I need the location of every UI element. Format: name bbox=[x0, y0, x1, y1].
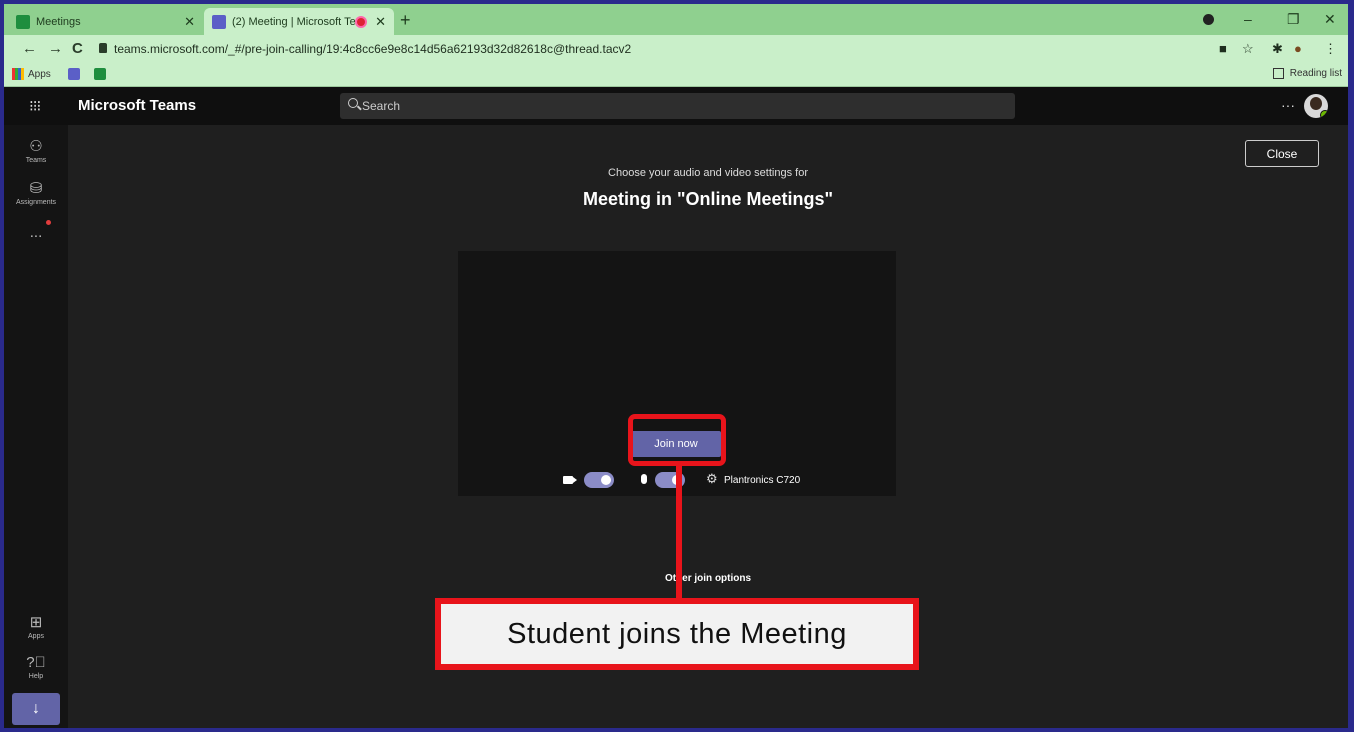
other-join-options-link[interactable]: Other join options bbox=[68, 573, 1348, 584]
close-window-icon[interactable]: ✕ bbox=[1324, 11, 1336, 28]
back-icon[interactable]: ← bbox=[22, 40, 37, 57]
browser-window: Meetings ✕ (2) Meeting | Microsoft Teams… bbox=[4, 4, 1348, 728]
more-icon: ... bbox=[29, 224, 43, 241]
help-icon: ?⃝ bbox=[26, 654, 46, 671]
teams-header: ⁝⁝⁝ Microsoft Teams ··· bbox=[4, 87, 1348, 125]
bookmark-calendar[interactable] bbox=[94, 68, 110, 80]
rail-item-teams[interactable]: ⚇ Teams bbox=[4, 138, 68, 165]
highlight-box bbox=[628, 414, 726, 466]
bookmark-teams[interactable] bbox=[68, 68, 84, 80]
profile-icon[interactable] bbox=[1203, 14, 1214, 25]
microphone-icon bbox=[641, 474, 647, 484]
camera-indicator-icon[interactable]: ■ bbox=[1219, 41, 1227, 56]
restore-icon[interactable]: ❐ bbox=[1287, 11, 1300, 28]
forward-icon[interactable]: → bbox=[48, 40, 63, 57]
more-options-icon[interactable]: ··· bbox=[1281, 97, 1295, 113]
new-tab-button[interactable]: + bbox=[400, 10, 411, 31]
left-rail: ⚇ Teams ⛁ Assignments ... ⊞ Apps ?⃝ Help… bbox=[4, 125, 68, 728]
bookmark-label: Apps bbox=[28, 68, 51, 80]
rail-item-assignments[interactable]: ⛁ Assignments bbox=[4, 180, 68, 207]
audio-device-label[interactable]: Plantronics C720 bbox=[724, 475, 800, 486]
teams-people-icon: ⚇ bbox=[29, 138, 43, 155]
apps-icon: ⊞ bbox=[29, 614, 43, 631]
meeting-title: Meeting in "Online Meetings" bbox=[582, 189, 834, 209]
rail-label: Assignments bbox=[15, 199, 57, 206]
search-box[interactable] bbox=[340, 93, 1015, 119]
tab-close-icon[interactable]: ✕ bbox=[184, 14, 195, 30]
rail-item-apps[interactable]: ⊞ Apps bbox=[4, 614, 68, 641]
browser-menu-icon[interactable]: ⋮ bbox=[1324, 41, 1337, 57]
extensions-icon[interactable]: ✱ bbox=[1272, 41, 1283, 57]
close-button[interactable]: Close bbox=[1245, 140, 1319, 167]
reading-list-label: Reading list bbox=[1289, 68, 1342, 79]
address-bar[interactable]: teams.microsoft.com/_#/pre-join-calling/… bbox=[114, 42, 631, 56]
profile-avatar-icon[interactable]: ● bbox=[1294, 41, 1302, 56]
rail-label: Help bbox=[28, 673, 44, 680]
recording-indicator-icon bbox=[357, 17, 366, 26]
tab-meetings[interactable]: Meetings ✕ bbox=[8, 8, 203, 35]
reload-icon[interactable]: C bbox=[72, 40, 83, 57]
minimize-icon[interactable]: – bbox=[1244, 11, 1252, 27]
tab-close-icon[interactable]: ✕ bbox=[375, 14, 386, 30]
calendar-favicon-icon bbox=[16, 14, 30, 29]
reading-list-button[interactable]: Reading list bbox=[1272, 68, 1342, 79]
bookmarks-bar: Apps Reading list bbox=[4, 63, 1348, 87]
rail-label: Apps bbox=[28, 633, 44, 640]
browser-toolbar: ← → C teams.microsoft.com/_#/pre-join-ca… bbox=[4, 35, 1348, 63]
bookmark-apps[interactable]: Apps bbox=[12, 68, 51, 80]
callout-connector bbox=[676, 466, 682, 600]
bookmark-star-icon[interactable]: ☆ bbox=[1242, 41, 1254, 57]
download-icon: ↓ bbox=[32, 700, 40, 717]
camera-toggle[interactable] bbox=[584, 472, 614, 488]
tab-teams-meeting[interactable]: (2) Meeting | Microsoft Teams ✕ bbox=[204, 8, 394, 35]
rail-item-help[interactable]: ?⃝ Help bbox=[4, 654, 68, 681]
app-title: Microsoft Teams bbox=[78, 97, 197, 114]
rail-label: Teams bbox=[25, 157, 47, 164]
teams-favicon-icon bbox=[212, 14, 226, 29]
tab-title: (2) Meeting | Microsoft Teams bbox=[232, 15, 357, 28]
annotation-callout: Student joins the Meeting bbox=[435, 598, 919, 670]
prejoin-subtitle: Choose your audio and video settings for bbox=[608, 167, 808, 179]
download-app-button[interactable]: ↓ bbox=[12, 693, 60, 725]
search-icon bbox=[348, 98, 358, 108]
teams-icon bbox=[68, 68, 80, 80]
camera-icon bbox=[563, 476, 577, 484]
assignments-icon: ⛁ bbox=[29, 180, 43, 197]
apps-grid-icon bbox=[12, 68, 24, 80]
app-launcher-icon[interactable]: ⁝⁝⁝ bbox=[29, 97, 41, 115]
lock-icon bbox=[99, 43, 107, 53]
rail-item-more[interactable]: ... bbox=[4, 225, 68, 241]
search-input[interactable] bbox=[362, 97, 962, 115]
device-settings-icon[interactable]: ⚙ bbox=[706, 471, 718, 487]
calendar-icon bbox=[94, 68, 106, 80]
tab-title: Meetings bbox=[36, 15, 81, 28]
tab-strip: Meetings ✕ (2) Meeting | Microsoft Teams… bbox=[4, 4, 1348, 35]
avatar[interactable] bbox=[1304, 94, 1328, 118]
reading-list-icon bbox=[1272, 68, 1284, 79]
